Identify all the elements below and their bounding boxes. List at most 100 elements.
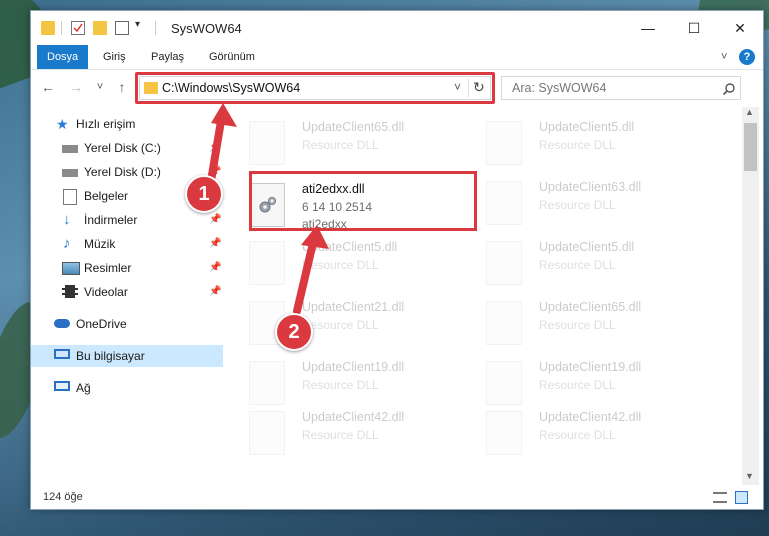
close-button[interactable]: ✕ bbox=[717, 11, 763, 45]
search-box[interactable]: Ara: SysWOW64 bbox=[501, 76, 741, 100]
list-item[interactable]: UpdateClient21.dll Resource DLL bbox=[231, 297, 461, 351]
maximize-button[interactable]: ☐ bbox=[671, 11, 717, 45]
file-name: UpdateClient5.dll bbox=[302, 240, 398, 254]
sidebar-item-label: OneDrive bbox=[76, 317, 127, 331]
file-type: Resource DLL bbox=[539, 258, 616, 272]
file-type: Resource DLL bbox=[302, 258, 379, 272]
list-item-ati2edxx[interactable]: ati2edxx.dll 6 14 10 2514 ati2edxx bbox=[231, 179, 461, 233]
list-item[interactable]: UpdateClient42.dll Resource DLL bbox=[231, 407, 461, 461]
dll-file-icon bbox=[249, 361, 285, 405]
file-type: Resource DLL bbox=[539, 428, 616, 442]
file-name: UpdateClient21.dll bbox=[302, 300, 405, 314]
sidebar-item-label: Videolar bbox=[84, 285, 128, 299]
list-item[interactable]: UpdateClient5.dll Resource DLL bbox=[468, 237, 698, 291]
navigation-pane: ★ Hızlı erişim Yerel Disk (C:) 📌 Yerel D… bbox=[31, 107, 226, 487]
file-type: Resource DLL bbox=[539, 318, 616, 332]
file-name: UpdateClient19.dll bbox=[302, 360, 405, 374]
properties-icon[interactable] bbox=[71, 21, 85, 35]
folder-icon bbox=[41, 21, 55, 35]
pin-icon[interactable]: 📌 bbox=[209, 142, 221, 153]
ribbon: Dosya Giriş Paylaş Görünüm ˅ ? bbox=[31, 45, 763, 70]
ribbon-expand-icon[interactable]: ˅ bbox=[711, 45, 737, 69]
status-bar: 124 öğe bbox=[31, 487, 763, 509]
refresh-icon[interactable]: ↻ bbox=[473, 79, 485, 96]
file-list: UpdateClient65.dll Resource DLL ati2edxx… bbox=[227, 107, 741, 485]
separator-icon bbox=[155, 21, 156, 35]
pin-icon[interactable]: 📌 bbox=[209, 214, 221, 225]
scroll-up-icon[interactable]: ▲ bbox=[745, 107, 754, 117]
pin-icon[interactable]: 📌 bbox=[209, 238, 221, 249]
scrollbar-thumb[interactable] bbox=[744, 123, 757, 171]
dll-file-icon bbox=[486, 361, 522, 405]
recent-locations-chevron-icon[interactable]: ˅ bbox=[91, 78, 109, 96]
address-dropdown-icon[interactable]: ˅ bbox=[454, 80, 461, 94]
customize-toolbar-icon[interactable]: ▾ bbox=[135, 19, 145, 33]
sidebar-item-music[interactable]: ♪ Müzik 📌 bbox=[31, 233, 223, 255]
music-icon: ♪ bbox=[63, 235, 71, 252]
search-input[interactable]: Ara: SysWOW64 bbox=[512, 81, 606, 95]
large-icons-view-icon[interactable] bbox=[735, 491, 748, 504]
list-item[interactable]: UpdateClient42.dll Resource DLL bbox=[468, 407, 698, 461]
details-view-icon[interactable] bbox=[713, 492, 727, 503]
file-name: UpdateClient65.dll bbox=[539, 300, 642, 314]
list-item[interactable]: UpdateClient65.dll Resource DLL bbox=[231, 117, 461, 171]
sidebar-item-this-pc[interactable]: Bu bilgisayar bbox=[31, 345, 223, 367]
sidebar-item-onedrive[interactable]: OneDrive bbox=[31, 313, 223, 335]
dll-file-icon bbox=[249, 121, 285, 165]
file-type: Resource DLL bbox=[302, 138, 379, 152]
pin-icon[interactable]: 📌 bbox=[209, 262, 221, 273]
tab-dosya[interactable]: Dosya bbox=[37, 45, 89, 69]
star-icon: ★ bbox=[56, 116, 69, 132]
title-bar: ▾ SysWOW64 — ☐ ✕ bbox=[31, 11, 763, 45]
up-arrow-icon[interactable]: ↑ bbox=[113, 78, 131, 96]
file-type: Resource DLL bbox=[302, 378, 379, 392]
tab-paylas[interactable]: Paylaş bbox=[141, 45, 194, 69]
sidebar-item-network[interactable]: Ağ bbox=[31, 377, 223, 399]
sidebar-item-local-disk-c[interactable]: Yerel Disk (C:) 📌 bbox=[31, 137, 223, 159]
dll-file-icon bbox=[486, 301, 522, 345]
help-icon[interactable]: ? bbox=[739, 49, 755, 65]
dll-file-icon bbox=[249, 183, 285, 227]
pin-icon[interactable]: 📌 bbox=[209, 286, 221, 297]
file-type: Resource DLL bbox=[539, 138, 616, 152]
sidebar-item-videos[interactable]: Videolar 📌 bbox=[31, 281, 223, 303]
cloud-icon bbox=[54, 319, 70, 328]
callout-number-1: 1 bbox=[185, 175, 223, 213]
tab-gorunum[interactable]: Görünüm bbox=[199, 45, 265, 69]
sidebar-item-quick-access[interactable]: ★ Hızlı erişim bbox=[31, 113, 223, 135]
file-name: UpdateClient5.dll bbox=[539, 240, 635, 254]
minimize-button[interactable]: — bbox=[625, 11, 671, 45]
address-bar[interactable]: C:\Windows\SysWOW64 ˅ ↻ bbox=[139, 76, 491, 100]
file-type: Resource DLL bbox=[302, 428, 379, 442]
file-name: UpdateClient5.dll bbox=[539, 120, 635, 134]
download-icon: ↓ bbox=[63, 211, 71, 228]
file-description: ati2edxx bbox=[302, 217, 347, 231]
navigation-bar: ← → ˅ ↑ C:\Windows\SysWOW64 ˅ ↻ Ara: Sys… bbox=[31, 70, 763, 104]
file-type: Resource DLL bbox=[539, 198, 616, 212]
file-name: ati2edxx.dll bbox=[302, 182, 365, 196]
sidebar-item-label: İndirmeler bbox=[84, 213, 138, 227]
file-type: Resource DLL bbox=[539, 378, 616, 392]
sidebar-item-pictures[interactable]: Resimler 📌 bbox=[31, 257, 223, 279]
list-item[interactable]: UpdateClient65.dll Resource DLL bbox=[468, 297, 698, 351]
list-item[interactable]: UpdateClient63.dll Resource DLL bbox=[468, 177, 698, 231]
list-item[interactable]: UpdateClient19.dll Resource DLL bbox=[468, 357, 698, 411]
vertical-scrollbar[interactable]: ▲ ▼ bbox=[742, 107, 759, 485]
gear-icon bbox=[259, 197, 276, 213]
forward-arrow-icon[interactable]: → bbox=[67, 78, 85, 96]
sidebar-item-downloads[interactable]: ↓ İndirmeler 📌 bbox=[31, 209, 223, 231]
scroll-down-icon[interactable]: ▼ bbox=[745, 471, 754, 481]
view-icon[interactable] bbox=[115, 21, 129, 35]
list-item[interactable]: UpdateClient19.dll Resource DLL bbox=[231, 357, 461, 411]
search-icon[interactable] bbox=[722, 82, 736, 96]
back-arrow-icon[interactable]: ← bbox=[39, 78, 57, 96]
explorer-window: ▾ SysWOW64 — ☐ ✕ Dosya Giriş Paylaş Görü… bbox=[30, 10, 764, 510]
file-name: UpdateClient65.dll bbox=[302, 120, 405, 134]
sidebar-item-label: Bu bilgisayar bbox=[76, 349, 145, 363]
tab-giris[interactable]: Giriş bbox=[93, 45, 136, 69]
dll-file-icon bbox=[486, 411, 522, 455]
list-item[interactable]: UpdateClient5.dll Resource DLL bbox=[231, 237, 461, 291]
list-item[interactable]: UpdateClient5.dll Resource DLL bbox=[468, 117, 698, 171]
item-count: 124 öğe bbox=[43, 491, 83, 503]
new-folder-icon[interactable] bbox=[93, 21, 107, 35]
